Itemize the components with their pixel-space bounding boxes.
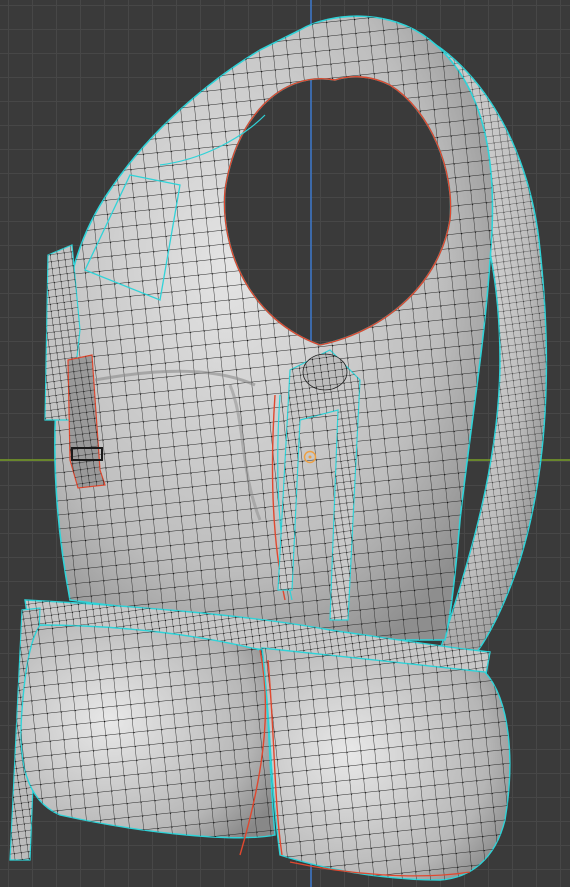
origin-icon[interactable] (303, 450, 317, 464)
3d-viewport[interactable] (0, 0, 570, 887)
vest-upper-body[interactable] (54, 15, 494, 641)
lower-right-float[interactable] (261, 647, 511, 881)
vest-mesh[interactable] (0, 0, 570, 887)
lower-left-float[interactable] (20, 624, 276, 856)
